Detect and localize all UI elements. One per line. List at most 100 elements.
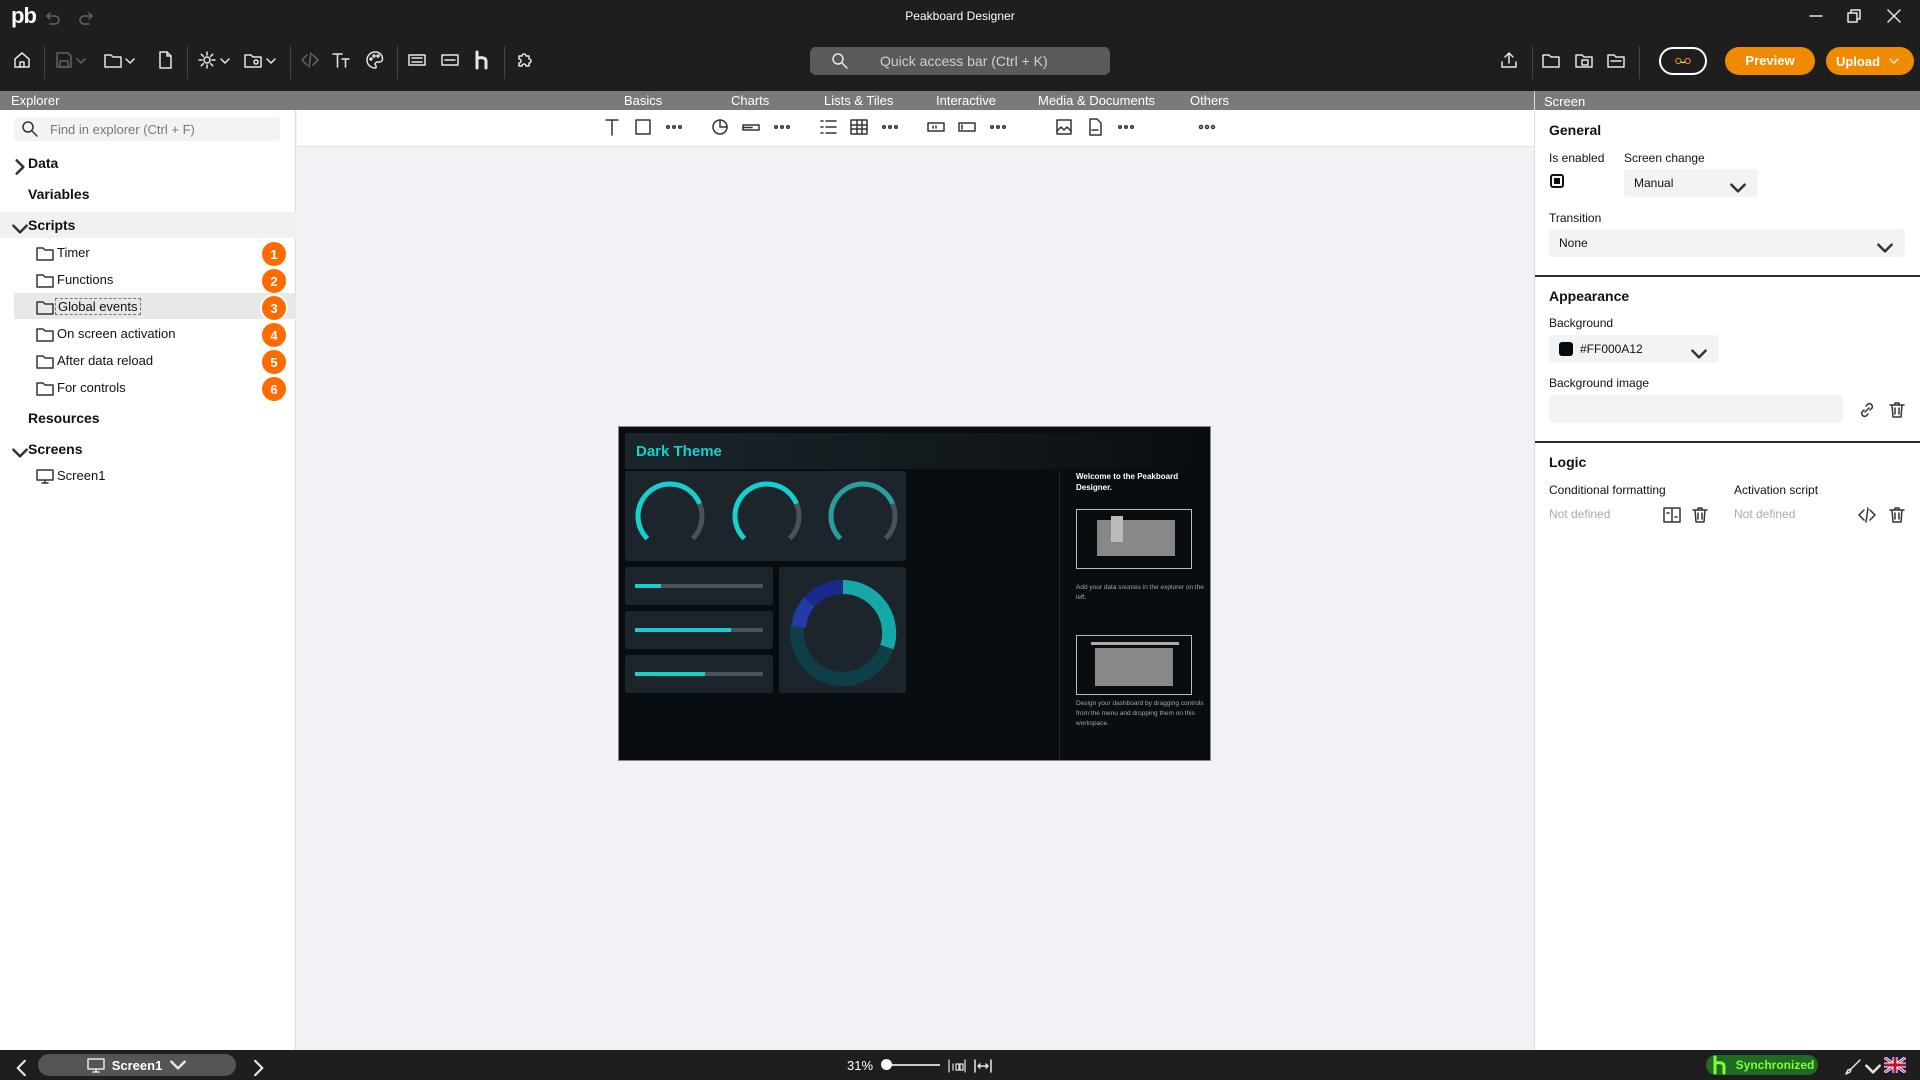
script-item-global-events[interactable]: Global events 3	[14, 293, 296, 322]
tree-node-scripts[interactable]: Scripts	[0, 212, 296, 238]
pdf-control-icon[interactable]	[1085, 117, 1105, 137]
code-icon[interactable]	[300, 50, 320, 70]
more-icon[interactable]	[1116, 117, 1136, 137]
activation-script-value: Not defined	[1734, 507, 1796, 521]
list-icon[interactable]	[818, 117, 838, 137]
edge-icon[interactable]	[440, 50, 460, 70]
script-label: On screen activation	[57, 325, 176, 341]
tree-label: Resources	[28, 410, 100, 426]
more-icon[interactable]	[880, 117, 900, 137]
script-item-on-screen-activation[interactable]: On screen activation 4	[0, 320, 296, 349]
more-icon[interactable]	[664, 117, 684, 137]
hub-icon[interactable]	[472, 50, 492, 70]
uk-flag-icon[interactable]	[1884, 1057, 1906, 1073]
more-icon[interactable]	[772, 117, 792, 137]
tree-node-screens[interactable]: Screens	[0, 436, 296, 462]
trash-icon[interactable]	[1887, 400, 1907, 420]
gear-icon[interactable]	[197, 50, 217, 70]
tree-node-data[interactable]: Data	[0, 150, 296, 176]
trash-icon[interactable]	[1690, 505, 1710, 525]
zoom-slider[interactable]	[884, 1064, 940, 1066]
zoom-slider-handle[interactable]	[881, 1059, 892, 1070]
chevron-down-icon[interactable]	[124, 50, 136, 70]
tree-node-resources[interactable]: Resources	[0, 405, 296, 431]
chevron-down-icon[interactable]	[10, 219, 30, 239]
quick-access-search[interactable]: Quick access bar (Ctrl + K)	[810, 47, 1110, 75]
screen-selector[interactable]: Screen1	[38, 1054, 236, 1076]
save-icon[interactable]	[54, 50, 74, 70]
chevron-down-icon[interactable]	[219, 50, 231, 70]
script-item-timer[interactable]: Timer 1	[0, 239, 296, 268]
tab-lists-tiles[interactable]: Lists & Tiles	[824, 93, 893, 108]
tutorial-image-1	[1076, 509, 1192, 569]
textbox-control-icon[interactable]	[957, 117, 977, 137]
chevron-down-icon[interactable]	[1863, 1059, 1883, 1079]
new-file-icon[interactable]	[155, 50, 175, 70]
progress-panel-2	[625, 611, 773, 649]
edit-formatting-icon[interactable]	[1662, 505, 1682, 525]
screen-change-dropdown[interactable]: Manual	[1624, 169, 1758, 197]
transition-dropdown[interactable]: None	[1549, 229, 1905, 257]
tab-charts[interactable]: Charts	[731, 93, 769, 108]
is-enabled-checkbox[interactable]	[1550, 174, 1564, 188]
gauge-value-3	[828, 481, 895, 541]
step-badge: 4	[260, 321, 288, 349]
tab-basics[interactable]: Basics	[624, 93, 662, 108]
chevron-down-icon[interactable]	[10, 443, 30, 463]
screen-item-screen1[interactable]: Screen1	[0, 462, 296, 488]
chevron-right-icon[interactable]	[248, 1058, 268, 1078]
folder-share-icon[interactable]	[1574, 50, 1594, 70]
link-icon[interactable]	[1857, 400, 1877, 420]
script-item-functions[interactable]: Functions 2	[0, 266, 296, 295]
chevron-left-icon[interactable]	[12, 1058, 32, 1078]
more-icon[interactable]	[988, 117, 1008, 137]
brush-icon[interactable]	[1843, 1057, 1863, 1077]
palette-icon[interactable]	[365, 50, 385, 70]
fit-width-icon[interactable]	[973, 1056, 993, 1076]
script-item-after-data-reload[interactable]: After data reload 5	[0, 347, 296, 376]
upload-button[interactable]: Upload	[1826, 47, 1914, 75]
chevron-down-icon[interactable]	[265, 50, 277, 70]
preview-button[interactable]: Preview	[1725, 47, 1815, 75]
progress-bar-icon[interactable]	[741, 117, 761, 137]
folder-icon[interactable]	[1541, 50, 1561, 70]
code-icon[interactable]	[1857, 505, 1877, 525]
text-size-icon[interactable]	[331, 50, 351, 70]
export-icon[interactable]	[1499, 50, 1519, 70]
background-image-label: Background image	[1549, 376, 1650, 390]
more-icon[interactable]	[1197, 117, 1217, 137]
restore-icon[interactable]	[1846, 8, 1862, 24]
minimize-icon[interactable]	[1808, 8, 1824, 24]
open-folder-icon[interactable]	[103, 50, 123, 70]
image-control-icon[interactable]	[1054, 117, 1074, 137]
tab-interactive[interactable]: Interactive	[936, 93, 996, 108]
sync-status[interactable]: Synchronized	[1706, 1055, 1818, 1075]
table-icon[interactable]	[849, 117, 869, 137]
script-item-for-controls[interactable]: For controls 6	[0, 374, 296, 403]
tab-others[interactable]: Others	[1190, 93, 1229, 108]
chevron-down-icon[interactable]	[75, 50, 87, 70]
tree-node-variables[interactable]: Variables	[0, 181, 296, 207]
shape-control-icon[interactable]	[633, 117, 653, 137]
chevron-right-icon[interactable]	[10, 157, 30, 177]
folder-open-icon[interactable]	[1606, 50, 1626, 70]
explorer-search-input[interactable]: Find in explorer (Ctrl + F)	[14, 117, 280, 141]
close-icon[interactable]	[1886, 8, 1902, 24]
background-image-input[interactable]	[1549, 395, 1843, 423]
welcome-panel: Welcome to the Peakboard Designer. Add y…	[1059, 471, 1209, 760]
settings-folder-icon[interactable]	[243, 50, 263, 70]
background-color-picker[interactable]: #FF000A12	[1549, 335, 1719, 363]
button-control-icon[interactable]	[926, 117, 946, 137]
pie-chart-icon[interactable]	[710, 117, 730, 137]
connector-icon[interactable]	[407, 50, 427, 70]
dashboard-preview[interactable]: Dark Theme Welcome to the Peakboard Desi…	[618, 426, 1211, 761]
text-control-icon[interactable]	[602, 117, 622, 137]
transition-label: Transition	[1549, 211, 1602, 225]
trash-icon[interactable]	[1887, 505, 1907, 525]
activation-script-label: Activation script	[1734, 483, 1819, 497]
dark-mode-toggle[interactable]	[1659, 47, 1707, 75]
extension-icon[interactable]	[515, 50, 535, 70]
tab-media-documents[interactable]: Media & Documents	[1038, 93, 1155, 108]
zoom-100-icon[interactable]	[947, 1056, 967, 1076]
home-icon[interactable]	[12, 50, 32, 70]
